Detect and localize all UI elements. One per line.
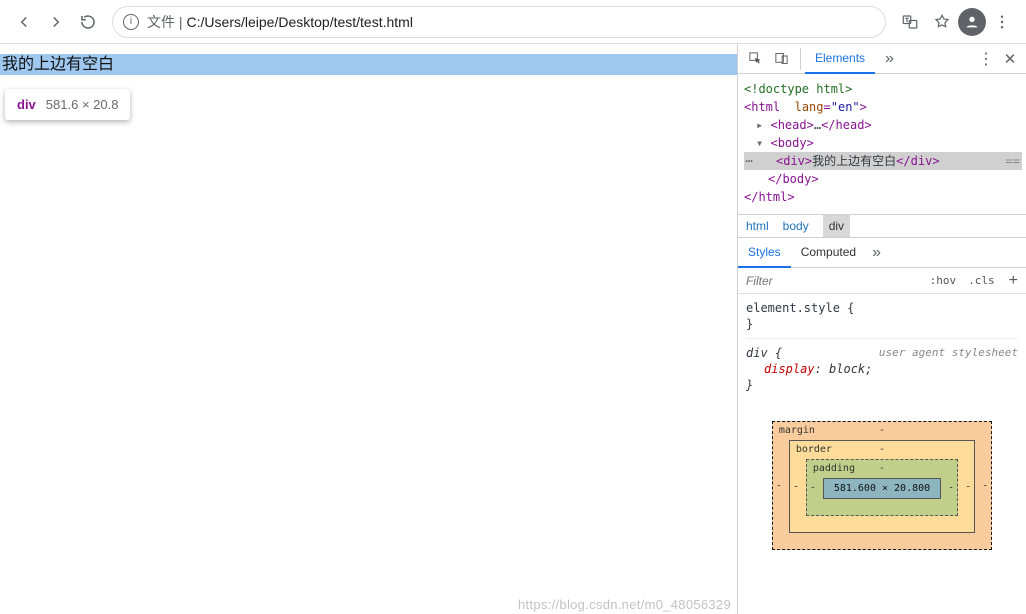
tooltip-dimensions: 581.6 × 20.8 [46,97,119,112]
dom-html-open[interactable]: <html lang="en"> [744,98,1022,116]
tab-elements[interactable]: Elements [805,44,875,74]
rule-div-ua[interactable]: div { user agent stylesheet display: blo… [746,345,1018,399]
workspace: 我的上边有空白 div 581.6 × 20.8 https://blog.cs… [0,44,1026,614]
url-scheme-label: 文件 | [147,12,183,32]
devtools-topbar: Elements » ⋮ ✕ [738,44,1026,74]
dom-html-close[interactable]: </html> [744,188,1022,206]
element-hover-tooltip: div 581.6 × 20.8 [5,89,130,120]
hov-toggle[interactable]: :hov [924,274,963,287]
new-style-rule-icon[interactable]: + [1001,272,1026,290]
dom-body-close[interactable]: </body> [744,170,1022,188]
dom-selection-dots-icon[interactable]: ⋯ [740,152,758,170]
tooltip-tag: div [17,97,36,112]
styles-tabbar: Styles Computed » [738,238,1026,268]
highlighted-element[interactable]: 我的上边有空白 [0,54,737,75]
bm-content-size[interactable]: 581.600 × 20.800 [823,478,941,499]
styles-filter-row: :hov .cls + [738,268,1026,294]
chrome-menu-icon[interactable] [988,8,1016,36]
inspect-element-icon[interactable] [744,48,766,70]
url-path: C:/Users/leipe/Desktop/test/test.html [187,14,413,30]
style-rules: element.style { } div { user agent style… [738,294,1026,411]
tab-styles[interactable]: Styles [738,238,791,268]
page-viewport: 我的上边有空白 div 581.6 × 20.8 https://blog.cs… [0,44,738,614]
bm-padding[interactable]: padding - - - 581.600 × 20.800 [806,459,958,516]
bm-margin[interactable]: margin - - - border - - - padding - - - … [772,421,992,550]
dom-tree[interactable]: <!doctype html> <html lang="en"> ▸ <head… [738,74,1026,214]
styles-more-tabs-icon[interactable]: » [866,244,887,262]
back-button[interactable] [8,6,40,38]
rule-element-style[interactable]: element.style { } [746,300,1018,339]
devtools-menu-icon[interactable]: ⋮ [976,49,996,69]
translate-icon[interactable] [896,8,924,36]
styles-filter-input[interactable] [738,274,924,288]
cls-toggle[interactable]: .cls [962,274,1001,287]
tab-computed[interactable]: Computed [791,238,866,268]
browser-toolbar: i 文件 | C:/Users/leipe/Desktop/test/test.… [0,0,1026,44]
devtools-close-icon[interactable]: ✕ [1000,50,1020,68]
bm-border[interactable]: border - - - padding - - - 581.600 × 20.… [789,440,975,533]
bookmark-star-icon[interactable] [928,8,956,36]
info-icon: i [123,14,139,30]
device-toggle-icon[interactable] [770,48,792,70]
forward-button[interactable] [40,6,72,38]
dom-body-open[interactable]: ▾ <body> [744,134,1022,152]
more-tabs-icon[interactable]: » [879,50,900,68]
address-bar[interactable]: i 文件 | C:/Users/leipe/Desktop/test/test.… [112,6,886,38]
dom-selected-div[interactable]: ⋯ <div>我的上边有空白</div> == [744,152,1022,170]
crumb-html[interactable]: html [746,219,769,233]
style-prop-display[interactable]: display: block; [746,361,1018,377]
dom-breadcrumb: html body div [738,214,1026,238]
reload-button[interactable] [72,6,104,38]
crumb-div[interactable]: div [823,215,850,237]
devtools-panel: Elements » ⋮ ✕ <!doctype html> <html lan… [738,44,1026,614]
crumb-body[interactable]: body [783,219,809,233]
dom-doctype[interactable]: <!doctype html> [744,80,1022,98]
profile-avatar[interactable] [958,8,986,36]
watermark-text: https://blog.csdn.net/m0_48056329 [518,597,731,612]
dom-head[interactable]: ▸ <head>…</head> [744,116,1022,134]
box-model: margin - - - border - - - padding - - - … [738,411,1026,614]
